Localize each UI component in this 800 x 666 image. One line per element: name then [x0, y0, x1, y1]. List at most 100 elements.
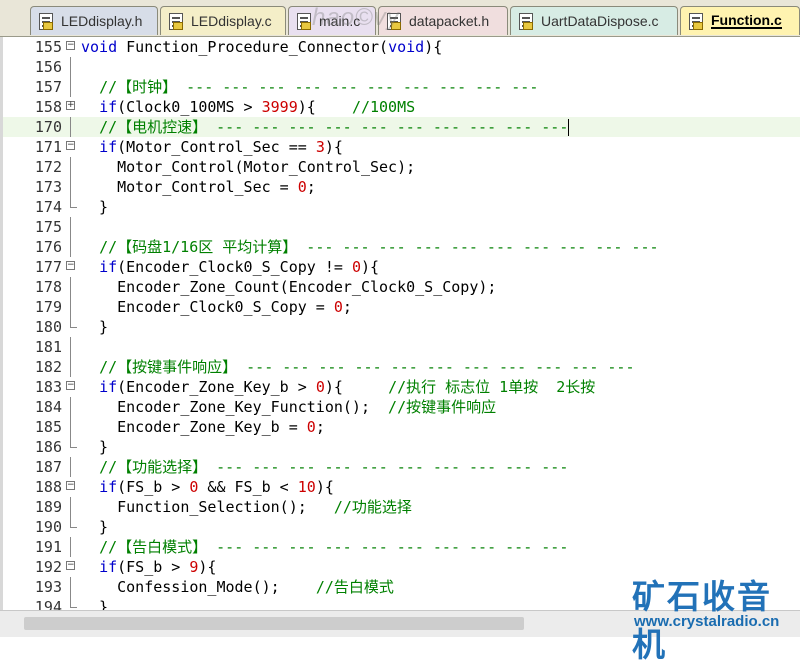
fold-collapse-icon[interactable]: −: [66, 41, 75, 50]
fold-guide-line: [70, 497, 71, 517]
fold-end-marker: [70, 437, 77, 448]
code-line[interactable]: 157 //【时钟】 --- --- --- --- --- --- --- -…: [0, 77, 800, 97]
code-line[interactable]: 180 }: [0, 317, 800, 337]
code-line[interactable]: 170 //【电机控速】 --- --- --- --- --- --- ---…: [0, 117, 800, 137]
code-token: ;: [315, 418, 325, 436]
code-line[interactable]: 183− if(Encoder_Zone_Key_b > 0){ //执行 标志…: [0, 377, 800, 397]
code-token: Encoder_Zone_Key_Function();: [81, 398, 389, 416]
code-token: (FS_b >: [117, 478, 190, 496]
fold-guide-line: [70, 237, 71, 257]
code-line[interactable]: 189 Function_Selection(); //功能选择: [0, 497, 800, 517]
keyword: if: [99, 558, 118, 576]
code-text: //【电机控速】 --- --- --- --- --- --- --- ---…: [81, 117, 570, 137]
code-line[interactable]: 191 //【告白模式】 --- --- --- --- --- --- ---…: [0, 537, 800, 557]
line-number: 178: [34, 278, 62, 296]
tab-uartdatadispose-c[interactable]: UartDataDispose.c: [510, 6, 678, 35]
code-line[interactable]: 184 Encoder_Zone_Key_Function(); //按键事件响…: [0, 397, 800, 417]
code-line[interactable]: 187 //【功能选择】 --- --- --- --- --- --- ---…: [0, 457, 800, 477]
code-line[interactable]: 172 Motor_Control(Motor_Control_Sec);: [0, 157, 800, 177]
scrollbar-thumb[interactable]: [24, 617, 524, 630]
code-line[interactable]: 173 Motor_Control_Sec = 0;: [0, 177, 800, 197]
code-line[interactable]: 158 + if(Clock0_100MS > 3999){ //100MS: [0, 97, 800, 117]
fold-expand-icon[interactable]: +: [66, 101, 75, 110]
comment: //100MS: [351, 98, 416, 116]
line-number: 155: [34, 38, 62, 56]
code-token: Encoder_Clock0_S_Copy =: [81, 298, 334, 316]
fold-collapse-icon[interactable]: −: [66, 561, 75, 570]
code-token: }: [81, 198, 109, 216]
line-number: 157: [34, 78, 62, 96]
code-token: ){: [315, 478, 334, 496]
code-line[interactable]: 182 //【按键事件响应】 --- --- --- --- --- --- -…: [0, 357, 800, 377]
tab-leddisplay-c[interactable]: LEDdisplay.c: [160, 6, 286, 35]
code-line[interactable]: 190 }: [0, 517, 800, 537]
file-icon: [519, 12, 533, 30]
line-number: 193: [34, 578, 62, 596]
fold-guide-line: [70, 457, 71, 477]
tab-label: datapacket.h: [409, 13, 490, 29]
number-literal: 0: [306, 418, 316, 436]
line-number: 189: [34, 498, 62, 516]
fold-collapse-icon[interactable]: −: [66, 481, 75, 490]
line-number: 194: [34, 598, 62, 610]
text-caret: [568, 119, 570, 136]
code-token: }: [81, 518, 109, 536]
number-literal: 3: [315, 138, 325, 156]
code-token: Encoder_Zone_Key_b =: [81, 418, 307, 436]
code-token: (Encoder_Zone_Key_b >: [117, 378, 316, 396]
code-token: ){: [324, 378, 389, 396]
fold-end-marker: [70, 597, 77, 608]
fold-guide-line: [70, 337, 71, 357]
line-number: 176: [34, 238, 62, 256]
code-line[interactable]: 177− if(Encoder_Clock0_S_Copy != 0){: [0, 257, 800, 277]
keyword: if: [99, 98, 118, 116]
fold-collapse-icon[interactable]: −: [66, 381, 75, 390]
tab-leddisplay-h[interactable]: LEDdisplay.h: [30, 6, 158, 35]
code-line[interactable]: 178 Encoder_Zone_Count(Encoder_Clock0_S_…: [0, 277, 800, 297]
code-token: ){: [424, 38, 443, 56]
code-line[interactable]: 188− if(FS_b > 0 && FS_b < 10){: [0, 477, 800, 497]
keyword: if: [99, 138, 118, 156]
keyword: if: [99, 258, 118, 276]
line-number: 188: [34, 478, 62, 496]
code-line[interactable]: 181: [0, 337, 800, 357]
comment: //【告白模式】 --- --- --- --- --- --- --- ---…: [99, 538, 569, 556]
number-literal: 0: [333, 298, 343, 316]
code-line[interactable]: 186 }: [0, 437, 800, 457]
comment: //【码盘1/16区 平均计算】 --- --- --- --- --- ---…: [99, 238, 659, 256]
comment: //【时钟】 --- --- --- --- --- --- --- --- -…: [99, 78, 539, 96]
code-line[interactable]: 179 Encoder_Clock0_S_Copy = 0;: [0, 297, 800, 317]
code-token: ){: [198, 558, 217, 576]
line-number: 172: [34, 158, 62, 176]
watermark-url: www.crystalradio.cn: [634, 613, 780, 630]
code-line[interactable]: 156: [0, 57, 800, 77]
code-line[interactable]: 176 //【码盘1/16区 平均计算】 --- --- --- --- ---…: [0, 237, 800, 257]
line-number: 187: [34, 458, 62, 476]
watermark-top: hao©vy: [312, 4, 400, 31]
code-line[interactable]: 185 Encoder_Zone_Key_b = 0;: [0, 417, 800, 437]
line-number: 174: [34, 198, 62, 216]
code-line[interactable]: 175: [0, 217, 800, 237]
fold-collapse-icon[interactable]: −: [66, 261, 75, 270]
code-text: Encoder_Zone_Key_Function(); //按键事件响应: [81, 397, 496, 417]
line-number: 184: [34, 398, 62, 416]
code-line[interactable]: 174 }: [0, 197, 800, 217]
fold-guide-line: [70, 297, 71, 317]
line-number: 158: [34, 98, 62, 116]
code-line[interactable]: 155− void Function_Procedure_Connector(vo…: [0, 37, 800, 57]
code-text: Function_Selection(); //功能选择: [81, 497, 412, 517]
code-editor[interactable]: 155− void Function_Procedure_Connector(vo…: [0, 37, 800, 610]
number-literal: 10: [297, 478, 316, 496]
tab-function-c[interactable]: Function.c: [680, 6, 800, 35]
code-line[interactable]: 171− if(Motor_Control_Sec == 3){: [0, 137, 800, 157]
code-text: if(FS_b > 9){: [81, 557, 216, 577]
fold-collapse-icon[interactable]: −: [66, 141, 75, 150]
comment: //【按键事件响应】 --- --- --- --- --- --- --- -…: [99, 358, 635, 376]
